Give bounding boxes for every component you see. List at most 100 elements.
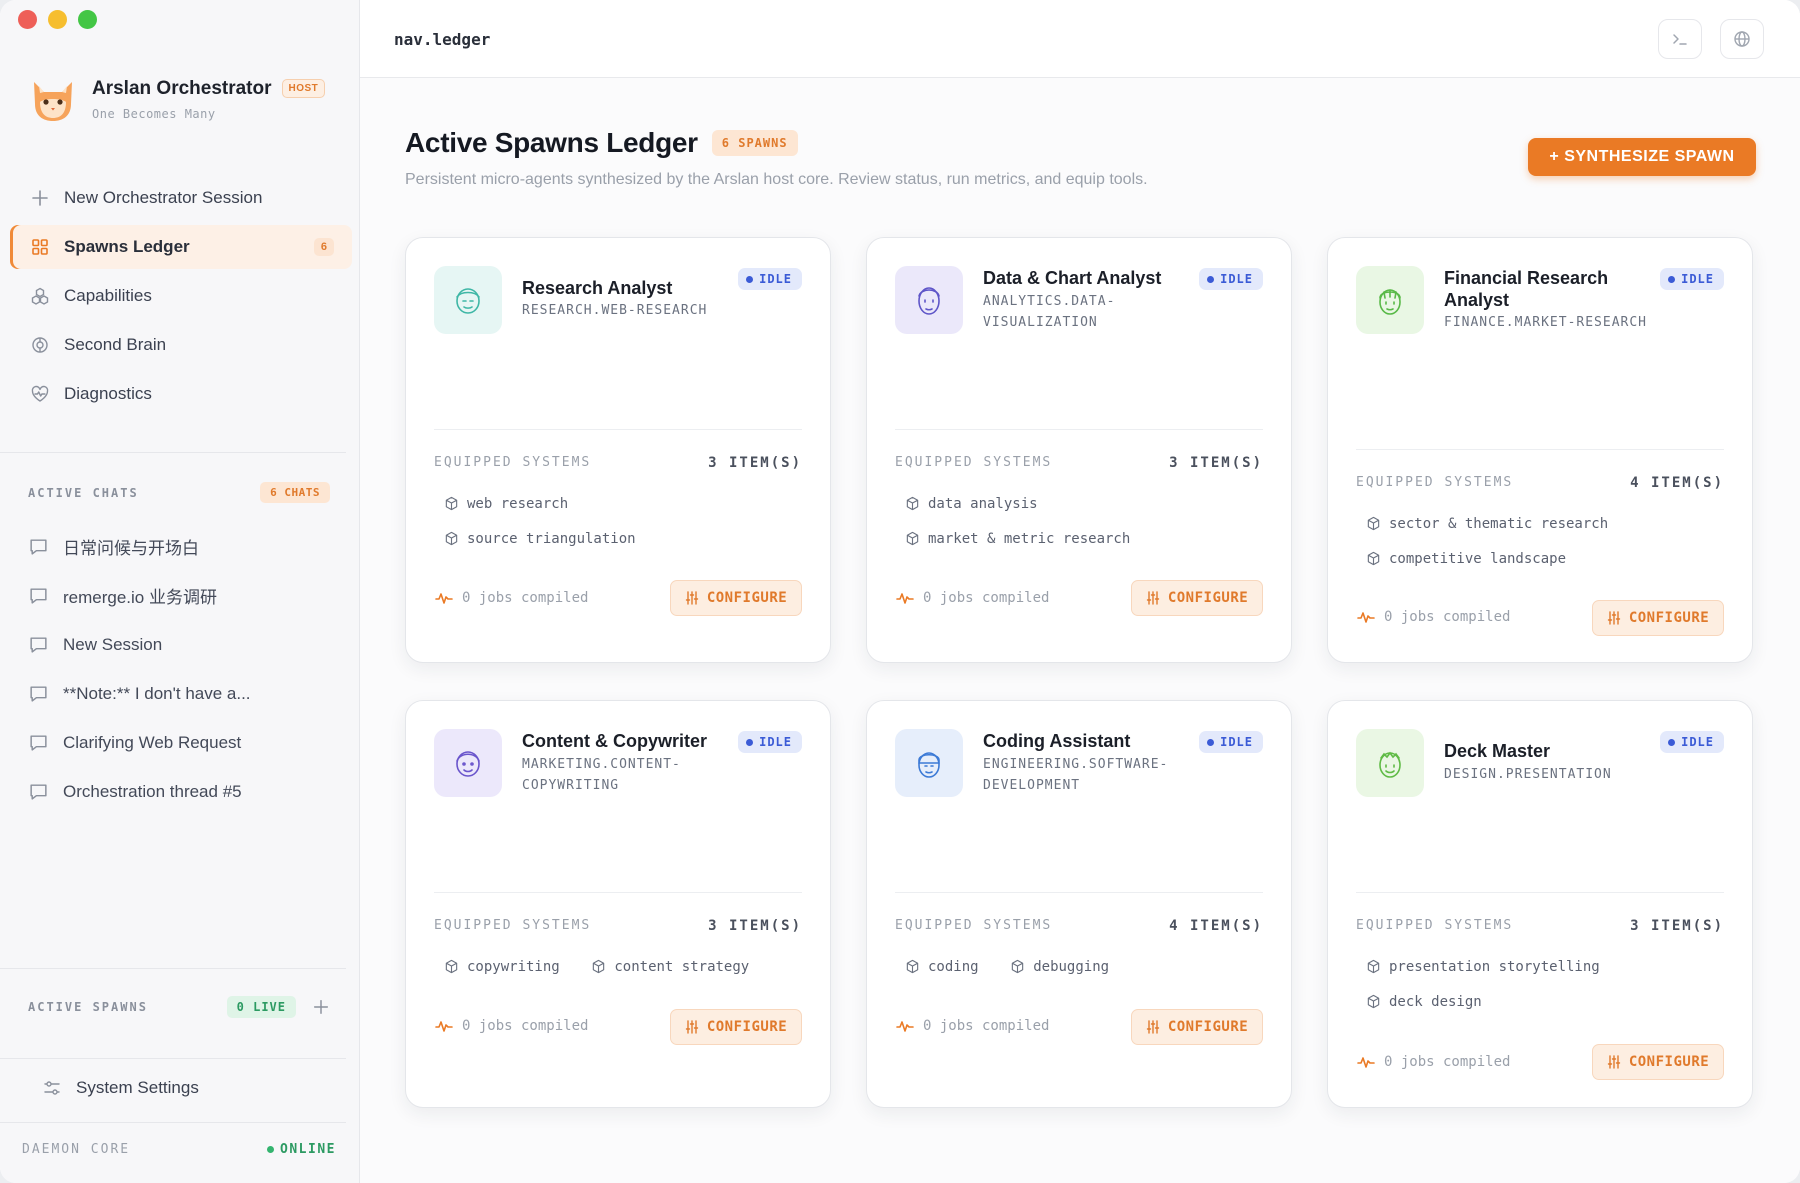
nav-spawns-ledger[interactable]: Spawns Ledger 6 bbox=[10, 225, 352, 269]
add-spawn-plus-icon[interactable] bbox=[312, 998, 330, 1016]
equipped-count: 4 ITEM(S) bbox=[1630, 475, 1724, 491]
daemon-label: DAEMON CORE bbox=[22, 1142, 131, 1157]
configure-label: CONFIGURE bbox=[706, 1019, 788, 1035]
spawn-card-content-copywriter: Content & Copywriter MARKETING.CONTENT-C… bbox=[405, 700, 831, 1108]
card-divider bbox=[434, 892, 802, 893]
equipped-count: 3 ITEM(S) bbox=[708, 455, 802, 471]
cube-icon bbox=[906, 959, 919, 974]
agent-name: Coding Assistant bbox=[983, 731, 1131, 751]
tool-name: copywriting bbox=[467, 958, 560, 975]
close-window-button[interactable] bbox=[18, 10, 37, 29]
tool-chip: deck design bbox=[1366, 984, 1702, 1019]
main-content: nav.ledger Active Spawns Ledger 6 SPAWNS… bbox=[360, 0, 1800, 1183]
tool-chip: market & metric research bbox=[905, 521, 1241, 556]
agent-avatar bbox=[434, 266, 502, 334]
minimize-window-button[interactable] bbox=[48, 10, 67, 29]
agent-face-icon bbox=[1379, 289, 1401, 315]
activity-icon bbox=[896, 1021, 914, 1032]
configure-button[interactable]: CONFIGURE bbox=[1592, 1044, 1724, 1080]
chat-bubble-icon bbox=[30, 637, 47, 653]
tool-chip: presentation storytelling bbox=[1366, 949, 1702, 984]
maximize-window-button[interactable] bbox=[78, 10, 97, 29]
tool-list: data analysis market & metric research bbox=[905, 486, 1263, 556]
active-spawns-controls: 0 LIVE bbox=[226, 996, 330, 1018]
configure-button[interactable]: CONFIGURE bbox=[670, 580, 802, 616]
agent-name: Research Analyst bbox=[522, 278, 673, 298]
agent-name: Content & Copywriter bbox=[522, 731, 708, 751]
tool-name: market & metric research bbox=[928, 530, 1131, 547]
cube-icon bbox=[1367, 994, 1380, 1009]
card-divider bbox=[434, 429, 802, 430]
cube-icon bbox=[445, 959, 458, 974]
chat-item[interactable]: Orchestration thread #5 bbox=[28, 767, 338, 816]
active-spawns-label: ACTIVE SPAWNS bbox=[28, 1000, 148, 1014]
nav-capabilities[interactable]: Capabilities bbox=[10, 274, 352, 318]
agent-avatar bbox=[1356, 266, 1424, 334]
nav-new-session[interactable]: New Orchestrator Session bbox=[10, 176, 352, 220]
agent-face-icon bbox=[918, 287, 940, 315]
terminal-icon bbox=[1673, 34, 1687, 45]
tool-name: content strategy bbox=[614, 958, 750, 975]
equipped-header: EQUIPPED SYSTEMS 4 ITEM(S) bbox=[1356, 475, 1724, 491]
chat-item[interactable]: remerge.io 业务调研 bbox=[28, 571, 338, 620]
chat-item[interactable]: **Note:** I don't have a... bbox=[28, 669, 338, 718]
chat-bubble-icon bbox=[30, 784, 47, 800]
agent-name: Deck Master bbox=[1444, 741, 1551, 761]
card-divider bbox=[895, 429, 1263, 430]
active-chats-label: ACTIVE CHATS bbox=[28, 485, 139, 500]
jobs-text: 0 jobs compiled bbox=[1384, 609, 1511, 625]
status-badge: IDLE bbox=[1660, 731, 1724, 753]
equipped-label: EQUIPPED SYSTEMS bbox=[434, 455, 592, 470]
chat-bubble-icon bbox=[30, 588, 47, 604]
activity-icon bbox=[1357, 612, 1375, 623]
jobs-metric: 0 jobs compiled bbox=[895, 1016, 1049, 1036]
window-controls bbox=[18, 10, 97, 29]
sliders-icon bbox=[1607, 611, 1621, 625]
configure-button[interactable]: CONFIGURE bbox=[1131, 1009, 1263, 1045]
configure-button[interactable]: CONFIGURE bbox=[1131, 580, 1263, 616]
terminal-button[interactable] bbox=[1658, 19, 1702, 59]
equipped-label: EQUIPPED SYSTEMS bbox=[434, 918, 592, 933]
cube-icon bbox=[593, 959, 605, 974]
tool-name: data analysis bbox=[928, 495, 1038, 512]
configure-label: CONFIGURE bbox=[1167, 590, 1249, 606]
agent-role: MARKETING.CONTENT-COPYWRITING bbox=[522, 757, 681, 793]
equipped-header: EQUIPPED SYSTEMS 3 ITEM(S) bbox=[895, 455, 1263, 471]
agent-face-icon bbox=[1379, 751, 1401, 778]
tool-chip: sector & thematic research bbox=[1366, 506, 1702, 541]
sliders-icon bbox=[685, 1020, 699, 1034]
chat-item[interactable]: New Session bbox=[28, 620, 338, 669]
card-divider bbox=[1356, 449, 1724, 450]
configure-label: CONFIGURE bbox=[1167, 1019, 1249, 1035]
synthesize-spawn-button[interactable]: + SYNTHESIZE SPAWN bbox=[1528, 138, 1756, 176]
jobs-metric: 0 jobs compiled bbox=[434, 588, 588, 608]
status-badge: IDLE bbox=[1199, 268, 1263, 290]
configure-button[interactable]: CONFIGURE bbox=[670, 1009, 802, 1045]
cube-icon bbox=[1367, 551, 1380, 566]
spawn-card-coding-assistant: Coding Assistant ENGINEERING.SOFTWARE-DE… bbox=[866, 700, 1292, 1108]
settings-label: System Settings bbox=[76, 1078, 199, 1097]
primary-nav: New Orchestrator Session Spawns Ledger 6… bbox=[10, 176, 352, 421]
chat-title: **Note:** I don't have a... bbox=[63, 683, 251, 703]
equipped-label: EQUIPPED SYSTEMS bbox=[895, 918, 1053, 933]
agent-avatar bbox=[895, 729, 963, 797]
chat-title: remerge.io 业务调研 bbox=[63, 588, 217, 607]
nav-diagnostics[interactable]: Diagnostics bbox=[10, 372, 352, 416]
cube-icon bbox=[906, 496, 919, 511]
nav-second-brain[interactable]: Second Brain bbox=[10, 323, 352, 367]
agent-role: RESEARCH.WEB-RESEARCH bbox=[522, 303, 708, 318]
cat-logo-icon bbox=[34, 82, 72, 121]
globe-icon bbox=[1734, 31, 1750, 47]
system-settings-button[interactable]: System Settings bbox=[42, 1078, 199, 1098]
equipped-label: EQUIPPED SYSTEMS bbox=[1356, 918, 1514, 933]
configure-button[interactable]: CONFIGURE bbox=[1592, 600, 1724, 636]
sidebar-divider bbox=[0, 968, 346, 969]
grid-icon bbox=[32, 239, 48, 255]
brain-icon bbox=[32, 337, 48, 353]
equipped-header: EQUIPPED SYSTEMS 3 ITEM(S) bbox=[434, 918, 802, 934]
chat-item[interactable]: Clarifying Web Request bbox=[28, 718, 338, 767]
sliders-icon bbox=[1146, 1020, 1160, 1034]
language-button[interactable] bbox=[1720, 19, 1764, 59]
agent-role: ENGINEERING.SOFTWARE-DEVELOPMENT bbox=[983, 757, 1169, 793]
chat-item[interactable]: 日常问候与开场白 bbox=[28, 522, 338, 571]
